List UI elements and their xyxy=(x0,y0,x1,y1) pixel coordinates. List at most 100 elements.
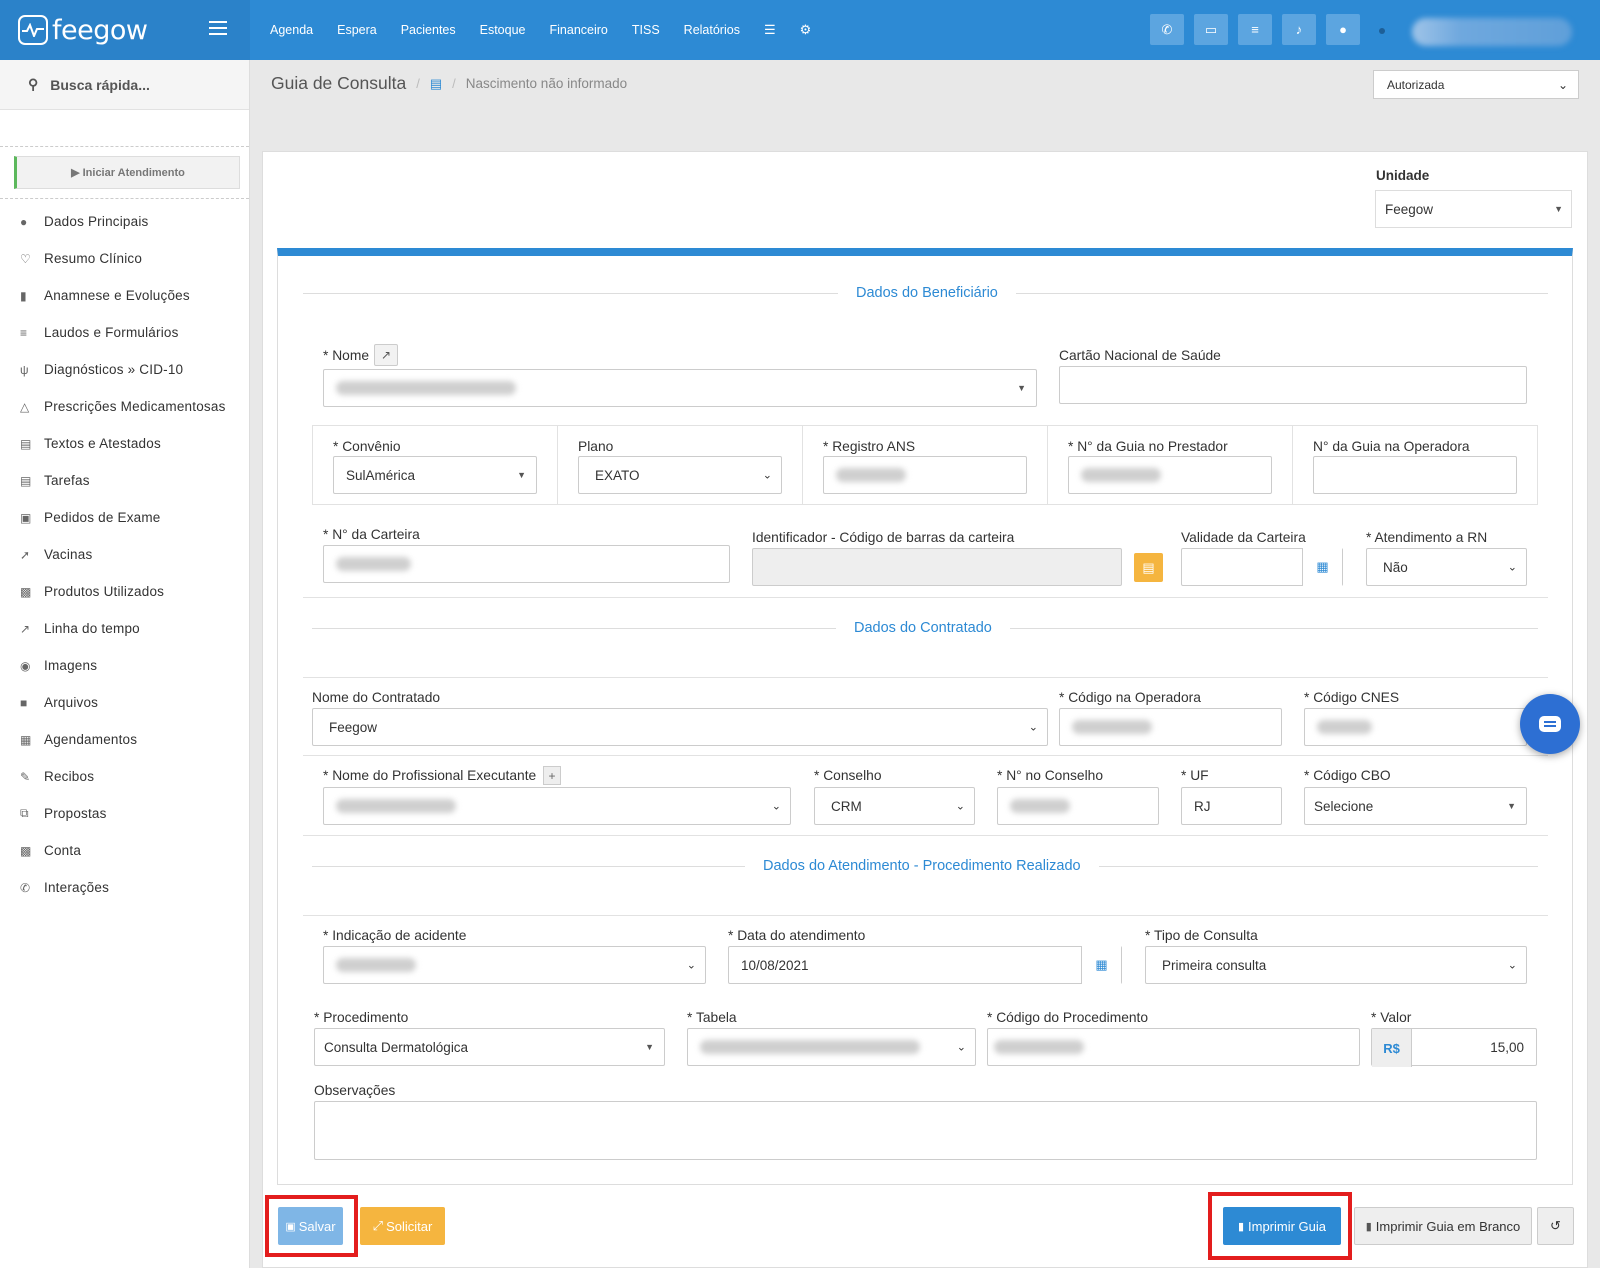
section-title: Dados do Contratado xyxy=(854,620,992,636)
sidebar-item-dados-principais[interactable]: ● Dados Principais xyxy=(0,203,249,240)
medkit-icon: ▩ xyxy=(20,584,32,599)
inbox-icon[interactable]: ▭ xyxy=(1194,14,1228,45)
sidebar-item-laudos[interactable]: ≡ Laudos e Formulários xyxy=(0,314,249,351)
data-atendimento-label: * Data do atendimento xyxy=(728,928,866,943)
sidebar-item-resumo-clinico[interactable]: ♡ Resumo Clínico xyxy=(0,240,249,277)
history-button[interactable]: ↺ xyxy=(1537,1207,1574,1245)
calendar-icon[interactable]: ▦ xyxy=(1302,548,1342,586)
convenio-select[interactable]: SulAmérica ▼ xyxy=(333,456,537,494)
uf-input[interactable]: RJ xyxy=(1181,787,1282,825)
phone-icon[interactable]: ✆ xyxy=(1150,14,1184,45)
guia-operadora-input[interactable] xyxy=(1313,456,1517,494)
sidebar-item-arquivos[interactable]: ■ Arquivos xyxy=(0,684,249,721)
sidebar-item-pedidos-exame[interactable]: ▣ Pedidos de Exame xyxy=(0,499,249,536)
request-button-label: Solicitar xyxy=(386,1218,433,1234)
sidebar-item-label: Arquivos xyxy=(44,695,99,710)
sidebar-item-prescricoes[interactable]: △ Prescrições Medicamentosas xyxy=(0,388,249,425)
print-blank-guide-button[interactable]: ▮ Imprimir Guia em Branco xyxy=(1354,1207,1532,1245)
credit-card-icon[interactable]: ▤ xyxy=(1134,553,1163,582)
heart-icon: ♡ xyxy=(20,251,31,266)
chat-widget-button[interactable] xyxy=(1520,694,1580,754)
list-icon: ≡ xyxy=(20,325,28,340)
chevron-down-icon: ⌄ xyxy=(686,959,696,972)
atendimento-rn-label: * Atendimento a RN xyxy=(1366,530,1488,545)
plus-icon[interactable]: + xyxy=(543,766,561,785)
sidebar-item-label: Pedidos de Exame xyxy=(44,510,161,525)
nav-pacientes[interactable]: Pacientes xyxy=(401,23,456,37)
sidebar-item-anamnese[interactable]: ▮ Anamnese e Evoluções xyxy=(0,277,249,314)
registro-ans-input[interactable] xyxy=(823,456,1027,494)
database-icon[interactable]: ☰ xyxy=(764,22,776,38)
validade-input[interactable]: ▦ xyxy=(1181,548,1343,586)
sidebar-item-recibos[interactable]: ✎ Recibos xyxy=(0,758,249,795)
indicacao-acidente-select[interactable]: ⌄ xyxy=(323,946,706,984)
sidebar-item-tarefas[interactable]: ▤ Tarefas xyxy=(0,462,249,499)
user-profile-blurred[interactable] xyxy=(1412,18,1572,46)
sidebar-item-produtos[interactable]: ▩ Produtos Utilizados xyxy=(0,573,249,610)
cns-input[interactable] xyxy=(1059,366,1527,404)
chat-icon[interactable]: ● xyxy=(1326,14,1360,45)
nav-espera[interactable]: Espera xyxy=(337,23,377,37)
nav-tiss[interactable]: TISS xyxy=(632,23,660,37)
sidebar-item-vacinas[interactable]: ➚ Vacinas xyxy=(0,536,249,573)
data-atendimento-input[interactable]: 10/08/2021 ▦ xyxy=(728,946,1122,984)
guide-status-select[interactable]: Autorizada ⌄ xyxy=(1373,70,1579,99)
print-blank-guide-label: Imprimir Guia em Branco xyxy=(1375,1218,1521,1234)
codigo-operadora-input[interactable] xyxy=(1059,708,1282,746)
sidebar-item-label: Propostas xyxy=(44,806,107,821)
request-button[interactable]: ⤢ Solicitar xyxy=(360,1207,445,1245)
conselho-select[interactable]: CRM ⌄ xyxy=(814,787,975,825)
codigo-procedimento-input[interactable] xyxy=(987,1028,1360,1066)
nome-contratado-select[interactable]: Feegow ⌄ xyxy=(312,708,1048,746)
procedimento-select[interactable]: Consulta Dermatológica ▼ xyxy=(314,1028,665,1066)
calendar-icon[interactable]: ▦ xyxy=(1081,946,1121,984)
sidebar-item-diagnosticos[interactable]: ψ Diagnósticos » CID-10 xyxy=(0,351,249,388)
sidebar-item-propostas[interactable]: ⧉ Propostas xyxy=(0,795,249,832)
sidebar-item-label: Dados Principais xyxy=(44,214,149,229)
start-attendance-wrap: ▶ Iniciar Atendimento xyxy=(0,146,249,199)
atendimento-rn-value: Não xyxy=(1383,559,1408,575)
nav-estoque[interactable]: Estoque xyxy=(480,23,526,37)
external-link-icon[interactable]: ↗ xyxy=(374,344,398,366)
unit-select[interactable]: Feegow ▼ xyxy=(1375,190,1572,228)
tipo-consulta-value: Primeira consulta xyxy=(1162,957,1267,973)
profissional-select[interactable]: ⌄ xyxy=(323,787,791,825)
carteira-input[interactable] xyxy=(323,545,730,583)
observacoes-textarea[interactable] xyxy=(314,1101,1537,1160)
nav-relatorios[interactable]: Relatórios xyxy=(684,23,740,37)
nav-agenda[interactable]: Agenda xyxy=(270,23,313,37)
cbo-select[interactable]: Selecione ▼ xyxy=(1304,787,1527,825)
convenio-label: * Convênio xyxy=(333,439,401,454)
breadcrumb: Guia de Consulta / ▤ / Nascimento não in… xyxy=(271,73,628,93)
guia-operadora-label: N° da Guia na Operadora xyxy=(1313,439,1470,454)
bell-icon[interactable]: ♪ xyxy=(1282,14,1316,45)
tabela-select[interactable]: ⌄ xyxy=(687,1028,976,1066)
tipo-consulta-select[interactable]: Primeira consulta ⌄ xyxy=(1145,946,1527,984)
hamburger-menu-icon[interactable] xyxy=(209,21,227,39)
sidebar-item-linha-tempo[interactable]: ↗ Linha do tempo xyxy=(0,610,249,647)
nav-financeiro[interactable]: Financeiro xyxy=(550,23,608,37)
sidebar-item-conta[interactable]: ▩ Conta xyxy=(0,832,249,869)
guia-prestador-input[interactable] xyxy=(1068,456,1272,494)
start-attendance-button[interactable]: ▶ Iniciar Atendimento xyxy=(14,156,240,189)
sidebar-item-agendamentos[interactable]: ▦ Agendamentos xyxy=(0,721,249,758)
sidebar-item-label: Linha do tempo xyxy=(44,621,140,636)
valor-input[interactable]: R$ 15,00 xyxy=(1371,1028,1537,1067)
quick-search[interactable]: ⚲ Busca rápida... xyxy=(0,60,249,110)
plano-select[interactable]: EXATO ⌄ xyxy=(578,456,782,494)
sidebar-item-textos[interactable]: ▤ Textos e Atestados xyxy=(0,425,249,462)
numero-conselho-input[interactable] xyxy=(997,787,1159,825)
codigo-cnes-input[interactable] xyxy=(1304,708,1527,746)
guide-status-value: Autorizada xyxy=(1387,77,1445,92)
nome-select[interactable]: ▼ xyxy=(323,369,1037,407)
sidebar-item-interacoes[interactable]: ✆ Interações xyxy=(0,869,249,906)
codigo-cnes-label: * Código CNES xyxy=(1304,690,1400,705)
sidebar-item-imagens[interactable]: ◉ Imagens xyxy=(0,647,249,684)
identificador-input[interactable] xyxy=(752,548,1122,586)
profissional-label: * Nome do Profissional Executante xyxy=(323,768,537,783)
gear-icon[interactable]: ⚙ xyxy=(800,22,812,38)
blurred-registro-ans xyxy=(836,468,906,482)
unit-label: Unidade xyxy=(1376,168,1430,183)
list-icon[interactable]: ≡ xyxy=(1238,14,1272,45)
atendimento-rn-select[interactable]: Não ⌄ xyxy=(1366,548,1527,586)
